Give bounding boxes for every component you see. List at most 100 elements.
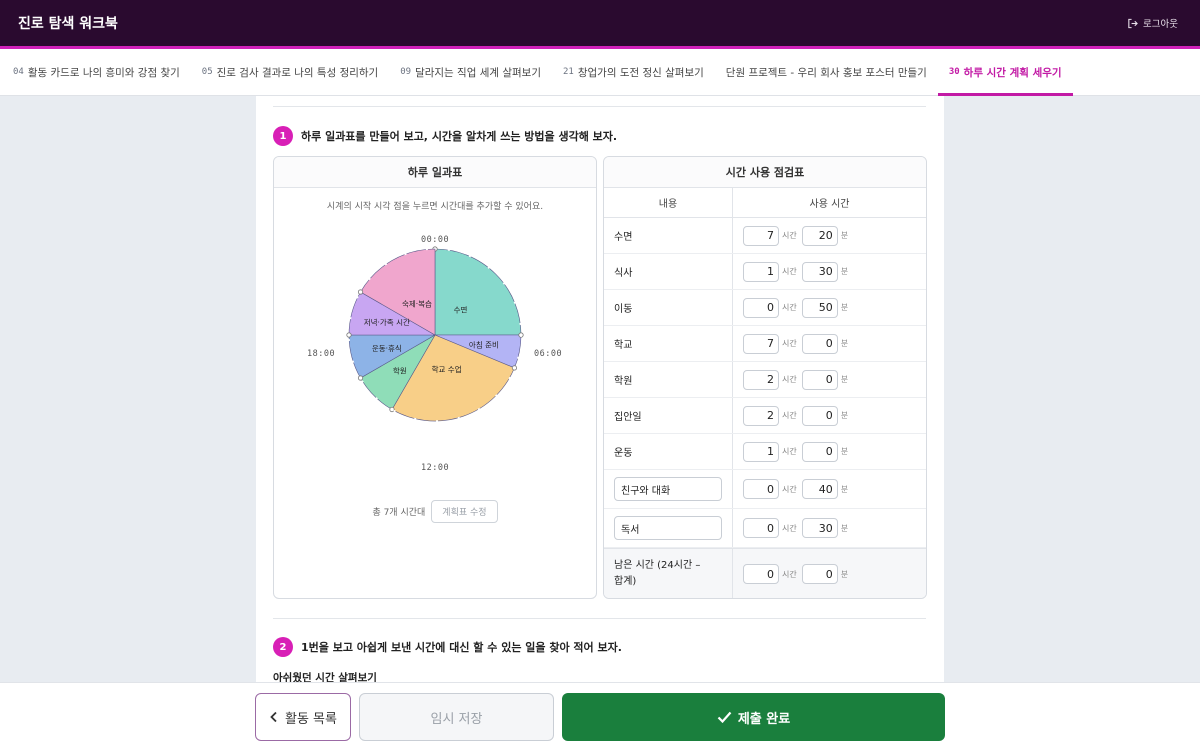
pie-slice-label: 저녁·가족 시간 <box>364 317 410 327</box>
tab-0[interactable]: 04 활동 카드로 나의 흥미와 강점 찾기 <box>2 49 191 95</box>
activity-label: 집안일 <box>614 412 642 423</box>
minute-unit: 분 <box>840 569 849 579</box>
hours-input[interactable] <box>743 225 779 246</box>
activity-cell: 이동 <box>604 290 733 325</box>
hour-unit: 시간 <box>782 231 797 240</box>
tab-2[interactable]: 09 달라지는 직업 세계 살펴보기 <box>389 49 552 95</box>
remaining-hours-input[interactable] <box>743 564 779 584</box>
hour-unit: 시간 <box>782 339 797 348</box>
activity-cell: 집안일 <box>604 398 733 433</box>
minutes-input[interactable] <box>801 405 838 426</box>
remaining-time-row: 남은 시간 (24시간 – 합계) 시간 분 <box>604 548 926 598</box>
hours-input[interactable] <box>743 261 779 282</box>
pie-slice-label: 학원 <box>393 365 407 375</box>
logout-button[interactable]: 로그아웃 <box>1127 16 1182 30</box>
panel-title: 하루 일과표 <box>274 157 596 188</box>
pie-slice-label: 숙제·복습 <box>402 300 432 309</box>
table-header: 내용 사용 시간 <box>604 188 926 218</box>
activity-label: 학교 <box>614 340 633 351</box>
table-row: 수면 시간 분 <box>604 218 926 254</box>
tab-number: 04 <box>13 67 24 77</box>
activity-cell: 식사 <box>604 254 733 289</box>
question-2: 2 1번을 보고 아쉽게 보낸 시간에 대신 할 수 있는 일을 찾아 적어 보… <box>273 637 622 657</box>
activity-name-input[interactable] <box>614 516 722 540</box>
activity-cell: 운동 <box>604 434 733 469</box>
column-header-time: 사용 시간 <box>809 199 850 210</box>
minutes-input[interactable] <box>801 518 838 538</box>
minutes-input[interactable] <box>801 225 838 246</box>
time-cell: 시간 분 <box>733 254 926 289</box>
hour-unit: 시간 <box>782 447 797 456</box>
minute-unit: 분 <box>840 303 849 312</box>
table-row: 운동 시간 분 <box>604 434 926 470</box>
tab-4[interactable]: 단원 프로젝트 - 우리 회사 홍보 포스터 만들기 <box>715 49 938 95</box>
pie-slice[interactable] <box>434 248 522 336</box>
submit-button[interactable]: 제출 완료 <box>562 693 945 741</box>
hours-input[interactable] <box>743 441 779 462</box>
button-label: 임시 저장 <box>430 711 483 727</box>
tab-label: 단원 프로젝트 - 우리 회사 홍보 포스터 만들기 <box>725 66 927 79</box>
minutes-input[interactable] <box>801 261 838 282</box>
tab-3[interactable]: 21 창업가의 도전 정신 살펴보기 <box>552 49 715 95</box>
temp-save-button[interactable]: 임시 저장 <box>359 693 554 741</box>
tab-label: 활동 카드로 나의 흥미와 강점 찾기 <box>27 66 180 79</box>
activity-label: 수면 <box>614 232 633 243</box>
segment-start-point[interactable] <box>346 332 352 338</box>
tab-number: 30 <box>948 67 960 77</box>
time-cell: 시간 분 <box>733 549 926 598</box>
pie-slice-label: 아침 준비 <box>469 340 499 350</box>
minute-unit: 분 <box>840 447 849 456</box>
pie-slice-label: 수면 <box>454 304 468 314</box>
tab-5[interactable]: 30 하루 시간 계획 세우기 <box>937 49 1073 96</box>
logout-label: 로그아웃 <box>1143 19 1178 30</box>
hours-input[interactable] <box>743 333 779 354</box>
section-subheading: 아쉬웠던 시간 살펴보기 <box>273 672 377 682</box>
activity-name-input[interactable] <box>614 477 722 501</box>
table-row: 학원 시간 분 <box>604 362 926 398</box>
question-number-badge: 2 <box>273 637 293 657</box>
question-1: 1 하루 일과표를 만들어 보고, 시간을 알차게 쓰는 방법을 생각해 보자. <box>273 126 617 146</box>
activity-label: 이동 <box>614 304 633 315</box>
question-text: 1번을 보고 아쉽게 보낸 시간에 대신 할 수 있는 일을 찾아 적어 보자. <box>301 641 622 654</box>
segment-start-point[interactable] <box>357 375 364 381</box>
time-cell: 시간 분 <box>733 290 926 325</box>
tab-number: 21 <box>563 67 574 77</box>
divider <box>273 618 926 619</box>
minutes-input[interactable] <box>801 479 838 499</box>
minutes-input[interactable] <box>801 333 838 354</box>
minutes-input[interactable] <box>801 441 838 462</box>
app-title: 진로 탐색 워크북 <box>18 16 118 32</box>
tab-label: 달라지는 직업 세계 살펴보기 <box>415 66 541 79</box>
edit-schedule-button[interactable]: 계획표 수정 <box>431 500 498 523</box>
activity-label: 학원 <box>614 376 633 387</box>
hour-unit: 시간 <box>782 303 797 312</box>
activity-cell <box>604 509 733 547</box>
remaining-minutes-input[interactable] <box>801 564 838 584</box>
time-cell: 시간 분 <box>733 362 926 397</box>
segment-start-point[interactable] <box>511 365 518 371</box>
minute-unit: 분 <box>840 231 849 240</box>
hours-input[interactable] <box>743 297 779 318</box>
minute-unit: 분 <box>840 484 849 494</box>
tab-label: 진로 검사 결과로 나의 특성 정리하기 <box>216 66 379 79</box>
hours-input[interactable] <box>743 479 779 499</box>
activity-tabs: 04 활동 카드로 나의 흥미와 강점 찾기 05 진로 검사 결과로 나의 특성 정… <box>0 49 1200 96</box>
chevron-left-icon <box>270 711 277 723</box>
hours-input[interactable] <box>743 369 779 390</box>
minutes-input[interactable] <box>801 297 838 318</box>
minutes-input[interactable] <box>801 369 838 390</box>
activity-cell: 학교 <box>604 326 733 361</box>
schedule-pie-chart[interactable]: 수면아침 준비학교 수업 학원 운동·휴식 저녁·가족 시간 숙제·복습 <box>274 237 597 477</box>
hours-input[interactable] <box>743 405 779 426</box>
hours-input[interactable] <box>743 518 779 538</box>
hour-unit: 시간 <box>782 523 797 533</box>
time-cell: 시간 분 <box>733 434 926 469</box>
tab-label: 하루 시간 계획 세우기 <box>963 66 1062 79</box>
activity-cell: 수면 <box>604 218 733 253</box>
time-cell: 시간 분 <box>733 398 926 433</box>
segment-start-point[interactable] <box>357 289 364 295</box>
button-label: 제출 완료 <box>737 711 791 727</box>
activity-list-button[interactable]: 활동 목록 <box>255 693 351 741</box>
worksheet-content: 1 하루 일과표를 만들어 보고, 시간을 알차게 쓰는 방법을 생각해 보자.… <box>256 96 944 682</box>
tab-1[interactable]: 05 진로 검사 결과로 나의 특성 정리하기 <box>191 49 389 95</box>
